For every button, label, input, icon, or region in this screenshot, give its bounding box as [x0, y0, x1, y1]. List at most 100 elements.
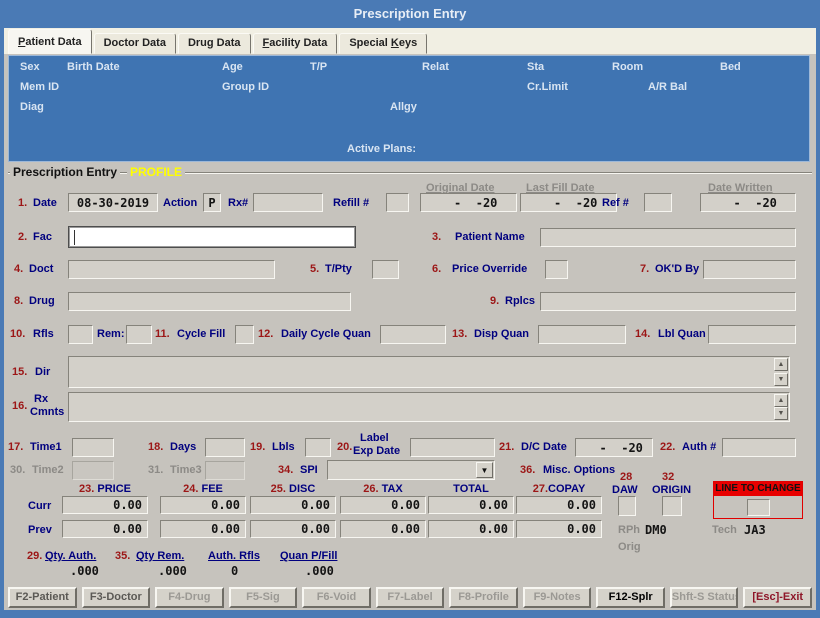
tab-patient-data[interactable]: Patient Data — [8, 29, 92, 54]
field-label-time3: Time3 — [170, 464, 202, 476]
rfls-input[interactable] — [68, 325, 93, 344]
field-num-fac: 2. — [18, 231, 27, 243]
date-input[interactable]: 08-30-2019 — [68, 193, 158, 212]
lbls-input[interactable] — [305, 438, 331, 457]
label-bed: Bed — [720, 61, 741, 73]
price-grid-header: 24. FEE — [160, 483, 246, 495]
field-num-daw: 28 — [620, 471, 632, 483]
patient-name-input[interactable] — [540, 228, 796, 247]
auth-number-input[interactable] — [722, 438, 796, 457]
col-num: 23. — [79, 483, 94, 495]
dc-date-input[interactable]: - -20 — [575, 438, 653, 457]
tpty-input[interactable] — [372, 260, 399, 279]
time1-input[interactable] — [72, 438, 114, 457]
f9-notes-button[interactable]: F9-Notes — [523, 587, 592, 608]
dropdown-arrow-icon[interactable]: ▼ — [476, 462, 493, 478]
prescription-entry-window: Prescription Entry Patient Data Doctor D… — [0, 0, 820, 618]
price-curr-cell[interactable]: 0.00 — [516, 496, 602, 514]
f3-doctor-button[interactable]: F3-Doctor — [82, 587, 151, 608]
field-label-exp-date: Exp Date — [353, 445, 400, 457]
field-label-ref-number: Ref # — [602, 197, 629, 209]
col-label: FEE — [201, 483, 222, 495]
tab-special-keys[interactable]: Special Keys — [339, 33, 427, 54]
rplcs-input[interactable] — [540, 292, 796, 311]
field-label-spi: SPI — [300, 464, 318, 476]
price-prev-cell: 0.00 — [516, 520, 602, 538]
tab-facility-data[interactable]: Facility Data — [253, 33, 338, 54]
label-allgy: Allgy — [390, 101, 417, 113]
scroll-down-icon[interactable]: ▼ — [774, 373, 788, 386]
dir-scrollbar[interactable]: ▲ ▼ — [774, 358, 788, 386]
field-num-misc-options: 36. — [520, 464, 535, 476]
field-num-dir: 15. — [12, 366, 27, 378]
fac-input[interactable] — [68, 226, 356, 248]
price-grid-header: 23. PRICE — [62, 483, 148, 495]
price-override-input[interactable] — [545, 260, 568, 279]
f7-label-button[interactable]: F7-Label — [376, 587, 445, 608]
field-label-lbls: Lbls — [272, 441, 295, 453]
rx-cmnts-scrollbar[interactable]: ▲ ▼ — [774, 394, 788, 420]
field-label-tpty: T/Pty — [325, 263, 352, 275]
price-curr-cell[interactable]: 0.00 — [250, 496, 336, 514]
f4-drug-button[interactable]: F4-Drug — [155, 587, 224, 608]
f6-void-button[interactable]: F6-Void — [302, 587, 371, 608]
scroll-down-icon[interactable]: ▼ — [774, 407, 788, 420]
scroll-up-icon[interactable]: ▲ — [774, 394, 788, 407]
dc-date-value: - -20 — [576, 441, 652, 455]
date-written-display: - -20 — [700, 193, 796, 212]
time3-input — [205, 461, 245, 480]
label-cr-limit: Cr.Limit — [527, 81, 568, 93]
field-label-okd-by: OK'D By — [655, 263, 699, 275]
okd-by-input[interactable] — [703, 260, 796, 279]
label-sex: Sex — [20, 61, 40, 73]
line-to-change-input[interactable] — [747, 499, 770, 516]
drug-input[interactable] — [68, 292, 351, 311]
f5-sig-button[interactable]: F5-Sig — [229, 587, 298, 608]
shft-s-status-button[interactable]: Shft-S Status — [670, 587, 739, 608]
rx-number-input[interactable] — [253, 193, 323, 212]
field-num-spi: 34. — [278, 464, 293, 476]
price-curr-cell[interactable]: 0.00 — [62, 496, 148, 514]
daily-cycle-quan-input[interactable] — [380, 325, 446, 344]
daw-input[interactable] — [618, 496, 636, 516]
field-label-auth-number: Auth # — [682, 441, 716, 453]
field-label-price-override: Price Override — [452, 263, 527, 275]
field-label-cmnts: Cmnts — [30, 406, 64, 418]
field-label-fac: Fac — [33, 231, 52, 243]
field-label-rx-number: Rx# — [228, 197, 248, 209]
price-prev-cell: 0.00 — [428, 520, 514, 538]
field-label-doct: Doct — [29, 263, 53, 275]
dir-textarea[interactable]: ▲ ▼ — [68, 356, 790, 388]
f8-profile-button[interactable]: F8-Profile — [449, 587, 518, 608]
cycle-fill-input[interactable] — [235, 325, 254, 344]
refill-input[interactable] — [386, 193, 409, 212]
price-curr-cell[interactable]: 0.00 — [340, 496, 426, 514]
label-exp-date-input[interactable] — [410, 438, 495, 457]
scroll-up-icon[interactable]: ▲ — [774, 358, 788, 371]
field-num-disp-quan: 13. — [452, 328, 467, 340]
label-diag: Diag — [20, 101, 44, 113]
price-value: 0.00 — [161, 498, 245, 512]
price-curr-cell[interactable]: 0.00 — [160, 496, 246, 514]
f2-patient-button[interactable]: F2-Patient — [8, 587, 77, 608]
spi-dropdown[interactable]: ▼ — [327, 460, 495, 480]
rem-input[interactable] — [126, 325, 152, 344]
tab-doctor-data[interactable]: Doctor Data — [94, 33, 176, 54]
field-num-date: 1. — [18, 197, 27, 209]
esc-exit-button[interactable]: [Esc]-Exit — [743, 587, 812, 608]
label-rph: RPh — [618, 524, 640, 536]
label-age: Age — [222, 61, 243, 73]
field-label-refill: Refill # — [333, 197, 369, 209]
lbl-quan-input[interactable] — [708, 325, 796, 344]
disp-quan-input[interactable] — [538, 325, 626, 344]
tab-label: Special — [349, 37, 391, 49]
days-input[interactable] — [205, 438, 245, 457]
tab-drug-data[interactable]: Drug Data — [178, 33, 251, 54]
doct-input[interactable] — [68, 260, 275, 279]
action-input[interactable]: P — [203, 193, 221, 212]
field-num-patient-name: 3. — [432, 231, 441, 243]
origin-input[interactable] — [662, 496, 682, 516]
f12-splr-button[interactable]: F12-Splr — [596, 587, 665, 608]
rx-cmnts-textarea[interactable]: ▲ ▼ — [68, 392, 790, 422]
ref-number-input[interactable] — [644, 193, 672, 212]
